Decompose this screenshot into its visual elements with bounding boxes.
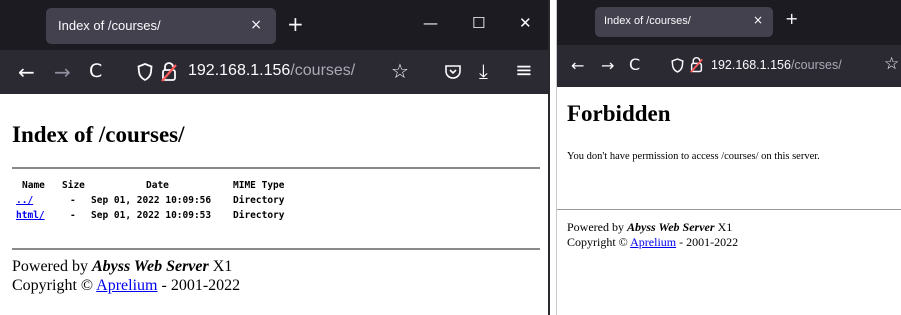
column-header-name: Name [22,180,45,191]
back-icon[interactable]: ← [571,56,584,75]
powered-by-label: Powered by [567,220,627,234]
url-bar[interactable]: 192.168.1.156/courses/ [188,62,355,80]
reload-icon[interactable]: C [89,60,102,82]
copyright-label: Copyright © [567,235,631,249]
server-version: X1 [208,258,233,275]
reload-icon[interactable]: C [629,55,640,74]
url-bar[interactable]: 192.168.1.156/courses/ [711,58,842,72]
copyright-years: - 2001-2022 [676,235,739,249]
forward-icon[interactable]: → [601,56,614,75]
page-title: Index of /courses/ [12,122,185,147]
insecure-lock-icon[interactable] [161,61,177,83]
active-tab[interactable]: Index of /courses/ × [595,7,773,37]
server-name: Abyss Web Server [91,258,209,275]
tab-close-icon[interactable]: × [753,13,763,27]
maximize-button[interactable]: ☐ [472,14,485,32]
menu-icon[interactable]: ≡ [515,58,533,82]
active-tab[interactable]: Index of /courses/ × [46,8,276,44]
new-tab-button[interactable]: + [287,12,304,36]
row-size: - [70,195,76,206]
back-icon[interactable]: ← [18,60,35,84]
error-message: You don't have permission to access /cou… [567,151,820,162]
tab-strip: Index of /courses/ × + — ☐ ✕ [0,0,548,50]
copyright-years: - 2001-2022 [157,277,241,294]
page-content: Index of /courses/ Name Size Date MIME T… [0,94,548,315]
row-link-html[interactable]: html/ [16,210,45,221]
copyright-line: Copyright © Aprelium - 2001-2022 [12,277,240,295]
tab-title: Index of /courses/ [58,18,161,33]
shield-icon[interactable] [671,58,684,73]
forward-icon[interactable]: → [54,60,71,84]
close-window-button[interactable]: ✕ [519,14,532,32]
copyright-label: Copyright © [12,277,97,294]
download-icon[interactable]: ⤓ [479,59,488,83]
row-date: Sep 01, 2022 10:09:53 [91,210,212,221]
powered-by-line: Powered by Abyss Web Server X1 [12,258,232,276]
bookmark-star-icon[interactable]: ☆ [884,54,899,74]
row-mime-type: Directory [233,195,285,206]
tab-strip: Index of /courses/ × + [557,0,901,45]
powered-by-line: Powered by Abyss Web Server X1 [567,220,732,235]
row-size: - [70,210,76,221]
copyright-line: Copyright © Aprelium - 2001-2022 [567,235,738,250]
divider [12,167,540,169]
nav-toolbar: ← → C 192.168.1.156/courses/ ☆ ⤓ ≡ [0,50,548,94]
row-link-parent[interactable]: ../ [16,195,33,206]
browser-window-left: Index of /courses/ × + — ☐ ✕ ← → C 192.1… [0,0,550,315]
url-path: /courses/ [290,62,356,79]
aprelium-link[interactable]: Aprelium [630,235,676,249]
column-header-size: Size [62,180,85,191]
server-name: Abyss Web Server [627,220,715,234]
pocket-icon[interactable] [444,63,462,81]
page-content: Forbidden You don't have permission to a… [557,87,901,315]
tab-title: Index of /courses/ [604,15,691,27]
nav-toolbar: ← → C 192.168.1.156/courses/ ☆ [557,45,901,87]
divider [557,209,901,210]
column-header-date: Date [146,180,169,191]
column-header-mime-type: MIME Type [233,180,285,191]
url-host: 192.168.1.156 [188,62,291,79]
minimize-button[interactable]: — [423,14,438,32]
server-version: X1 [714,220,733,234]
shield-icon[interactable] [137,63,153,81]
row-mime-type: Directory [233,210,285,221]
url-path: /courses/ [790,58,842,72]
url-host: 192.168.1.156 [711,58,791,72]
bookmark-star-icon[interactable]: ☆ [391,59,409,83]
browser-window-right: Index of /courses/ × + ← → C 192.168.1.1… [556,0,901,315]
divider [12,248,540,250]
aprelium-link[interactable]: Aprelium [96,277,157,294]
page-title: Forbidden [567,101,671,126]
insecure-lock-icon[interactable] [690,56,703,74]
row-date: Sep 01, 2022 10:09:56 [91,195,212,206]
new-tab-button[interactable]: + [785,9,798,28]
tab-close-icon[interactable]: × [250,17,262,33]
powered-by-label: Powered by [12,258,92,275]
